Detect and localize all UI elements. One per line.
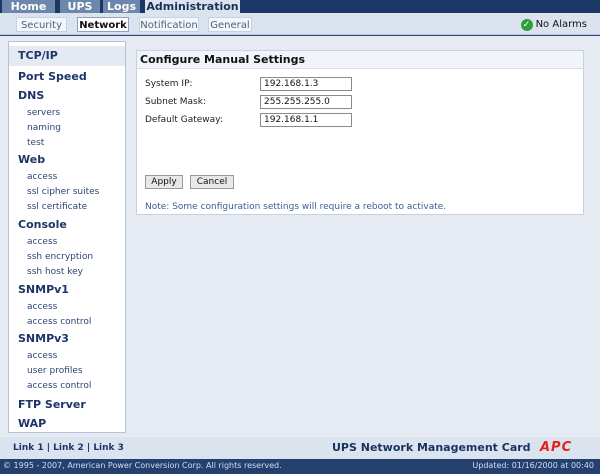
configure-panel: Configure Manual Settings System IP: 192…: [136, 50, 584, 215]
sidebar-item-console[interactable]: Console: [18, 218, 67, 231]
sidebar-item-web-access[interactable]: access: [27, 172, 57, 182]
sidebar-item-snmpv1-access-control[interactable]: access control: [27, 317, 91, 327]
sub-nav: Security Network Notification General ✓ …: [0, 13, 600, 35]
tab-administration[interactable]: Administration: [145, 0, 240, 14]
sidebar-item-ssl-cipher-suites[interactable]: ssl cipher suites: [27, 187, 99, 197]
panel-title: Configure Manual Settings: [137, 51, 583, 69]
subnet-mask-label: Subnet Mask:: [145, 97, 206, 107]
sidebar-item-user-profiles[interactable]: user profiles: [27, 366, 83, 376]
sidebar-item-ssh-encryption[interactable]: ssh encryption: [27, 252, 93, 262]
copyright-text: © 1995 - 2007, American Power Conversion…: [3, 461, 282, 470]
status-text: No Alarms: [535, 19, 587, 30]
tab-logs[interactable]: Logs: [103, 0, 140, 13]
alarm-status: ✓ No Alarms: [520, 18, 587, 31]
sidebar-item-dns-test[interactable]: test: [27, 138, 44, 148]
sidebar-item-snmpv1[interactable]: SNMPv1: [18, 283, 69, 296]
sidebar-item-tcpip[interactable]: TCP/IP: [9, 46, 125, 66]
sidebar-item-ftp-server[interactable]: FTP Server: [18, 398, 86, 411]
reboot-note: Note: Some configuration settings will r…: [145, 202, 447, 212]
check-circle-icon: ✓: [520, 18, 533, 31]
product-name: UPS Network Management Card: [332, 441, 531, 454]
top-nav: Home UPS Logs Administration: [0, 0, 600, 14]
sidebar-item-console-access[interactable]: access: [27, 237, 57, 247]
sidebar-item-snmpv3-access-control[interactable]: access control: [27, 381, 91, 391]
sidebar-item-snmpv1-access[interactable]: access: [27, 302, 57, 312]
apc-logo: APC: [540, 440, 573, 455]
updated-text: Updated: 01/16/2000 at 00:40: [472, 461, 594, 470]
footer-links[interactable]: Link 1 | Link 2 | Link 3: [13, 443, 124, 453]
subtab-general[interactable]: General: [208, 17, 252, 32]
copyright-bar: © 1995 - 2007, American Power Conversion…: [0, 459, 600, 474]
main-area: TCP/IP Port Speed DNS servers naming tes…: [0, 36, 600, 437]
tab-home[interactable]: Home: [2, 0, 55, 13]
cancel-button[interactable]: Cancel: [190, 175, 234, 189]
sidebar-item-ssl-certificate[interactable]: ssl certificate: [27, 202, 87, 212]
footer: Link 1 | Link 2 | Link 3 UPS Network Man…: [0, 437, 600, 459]
sidebar-item-wap[interactable]: WAP: [18, 417, 46, 430]
system-ip-label: System IP:: [145, 79, 193, 89]
sidebar-item-dns-servers[interactable]: servers: [27, 108, 60, 118]
tab-ups[interactable]: UPS: [60, 0, 100, 13]
sidebar: TCP/IP Port Speed DNS servers naming tes…: [8, 41, 126, 433]
system-ip-field[interactable]: 192.168.1.3: [260, 77, 352, 91]
sidebar-item-snmpv3-access[interactable]: access: [27, 351, 57, 361]
subnet-mask-field[interactable]: 255.255.255.0: [260, 95, 352, 109]
default-gateway-label: Default Gateway:: [145, 115, 223, 125]
subtab-security[interactable]: Security: [16, 17, 67, 32]
sidebar-item-web[interactable]: Web: [18, 153, 45, 166]
subtab-notification[interactable]: Notification: [139, 17, 199, 32]
sidebar-item-dns[interactable]: DNS: [18, 89, 44, 102]
default-gateway-field[interactable]: 192.168.1.1: [260, 113, 352, 127]
apply-button[interactable]: Apply: [145, 175, 183, 189]
sidebar-item-snmpv3[interactable]: SNMPv3: [18, 332, 69, 345]
subtab-network[interactable]: Network: [77, 17, 129, 32]
sidebar-item-ssh-host-key[interactable]: ssh host key: [27, 267, 83, 277]
sidebar-item-port-speed[interactable]: Port Speed: [18, 70, 87, 83]
sidebar-item-dns-naming[interactable]: naming: [27, 123, 61, 133]
